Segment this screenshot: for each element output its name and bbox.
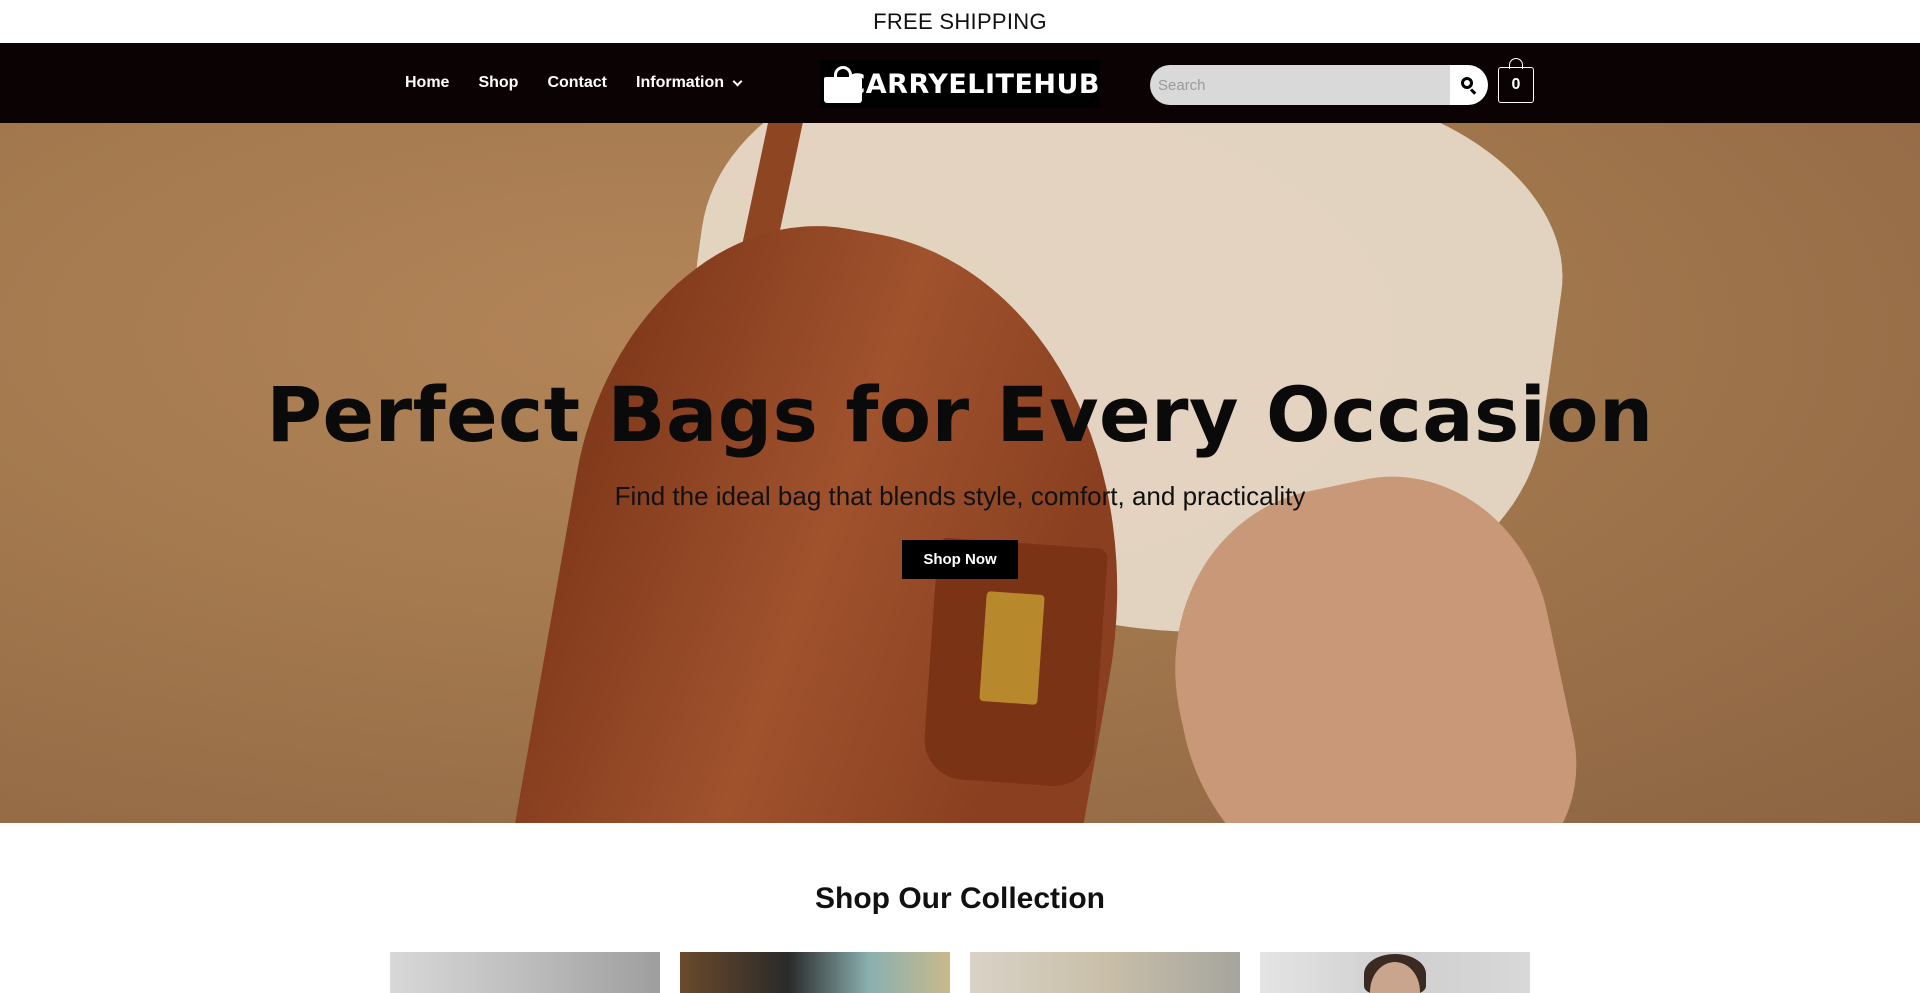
hero-banner: Perfect Bags for Every Occasion Find the… <box>0 123 1920 823</box>
collection-card[interactable] <box>390 952 660 993</box>
site-logo[interactable]: CARRYELITEHUB <box>820 60 1100 108</box>
chevron-down-icon <box>732 76 743 86</box>
nav-item-shop[interactable]: Shop <box>478 74 518 92</box>
cart-button[interactable]: 0 <box>1498 58 1534 103</box>
cart-count: 0 <box>1511 76 1521 93</box>
shop-now-button[interactable]: Shop Now <box>902 540 1018 579</box>
hero-subtitle: Find the ideal bag that blends style, co… <box>614 481 1306 511</box>
nav-item-label: Information <box>636 74 725 91</box>
collection-card[interactable] <box>680 952 950 993</box>
nav-item-information[interactable]: Information <box>636 74 743 92</box>
announcement-text: FREE SHIPPING <box>873 8 1047 34</box>
cart-bag-icon <box>1509 58 1523 69</box>
collection-title: Shop Our Collection <box>815 882 1105 915</box>
main-menu: Home Shop Contact Information <box>405 43 770 123</box>
nav-item-contact[interactable]: Contact <box>547 74 607 92</box>
search-button[interactable] <box>1450 65 1488 105</box>
announcement-bar: FREE SHIPPING <box>0 0 1920 43</box>
shopping-bag-icon <box>822 64 862 104</box>
collection-grid <box>390 952 1530 993</box>
search-icon <box>1461 77 1477 95</box>
collection-card[interactable] <box>970 952 1240 993</box>
hero-title: Perfect Bags for Every Occasion <box>266 370 1654 459</box>
nav-item-label: Shop <box>478 74 519 91</box>
logo-text: CARRYELITEHUB <box>845 68 1100 100</box>
search-form <box>1150 65 1488 105</box>
main-header: Home Shop Contact Information CARRYELITE… <box>0 43 1920 123</box>
hero-image-bag-lock <box>979 591 1045 705</box>
nav-item-label: Contact <box>547 74 608 91</box>
search-input[interactable] <box>1150 65 1450 105</box>
nav-item-home[interactable]: Home <box>405 74 449 92</box>
collection-card[interactable] <box>1260 952 1530 993</box>
nav-item-label: Home <box>405 74 450 91</box>
